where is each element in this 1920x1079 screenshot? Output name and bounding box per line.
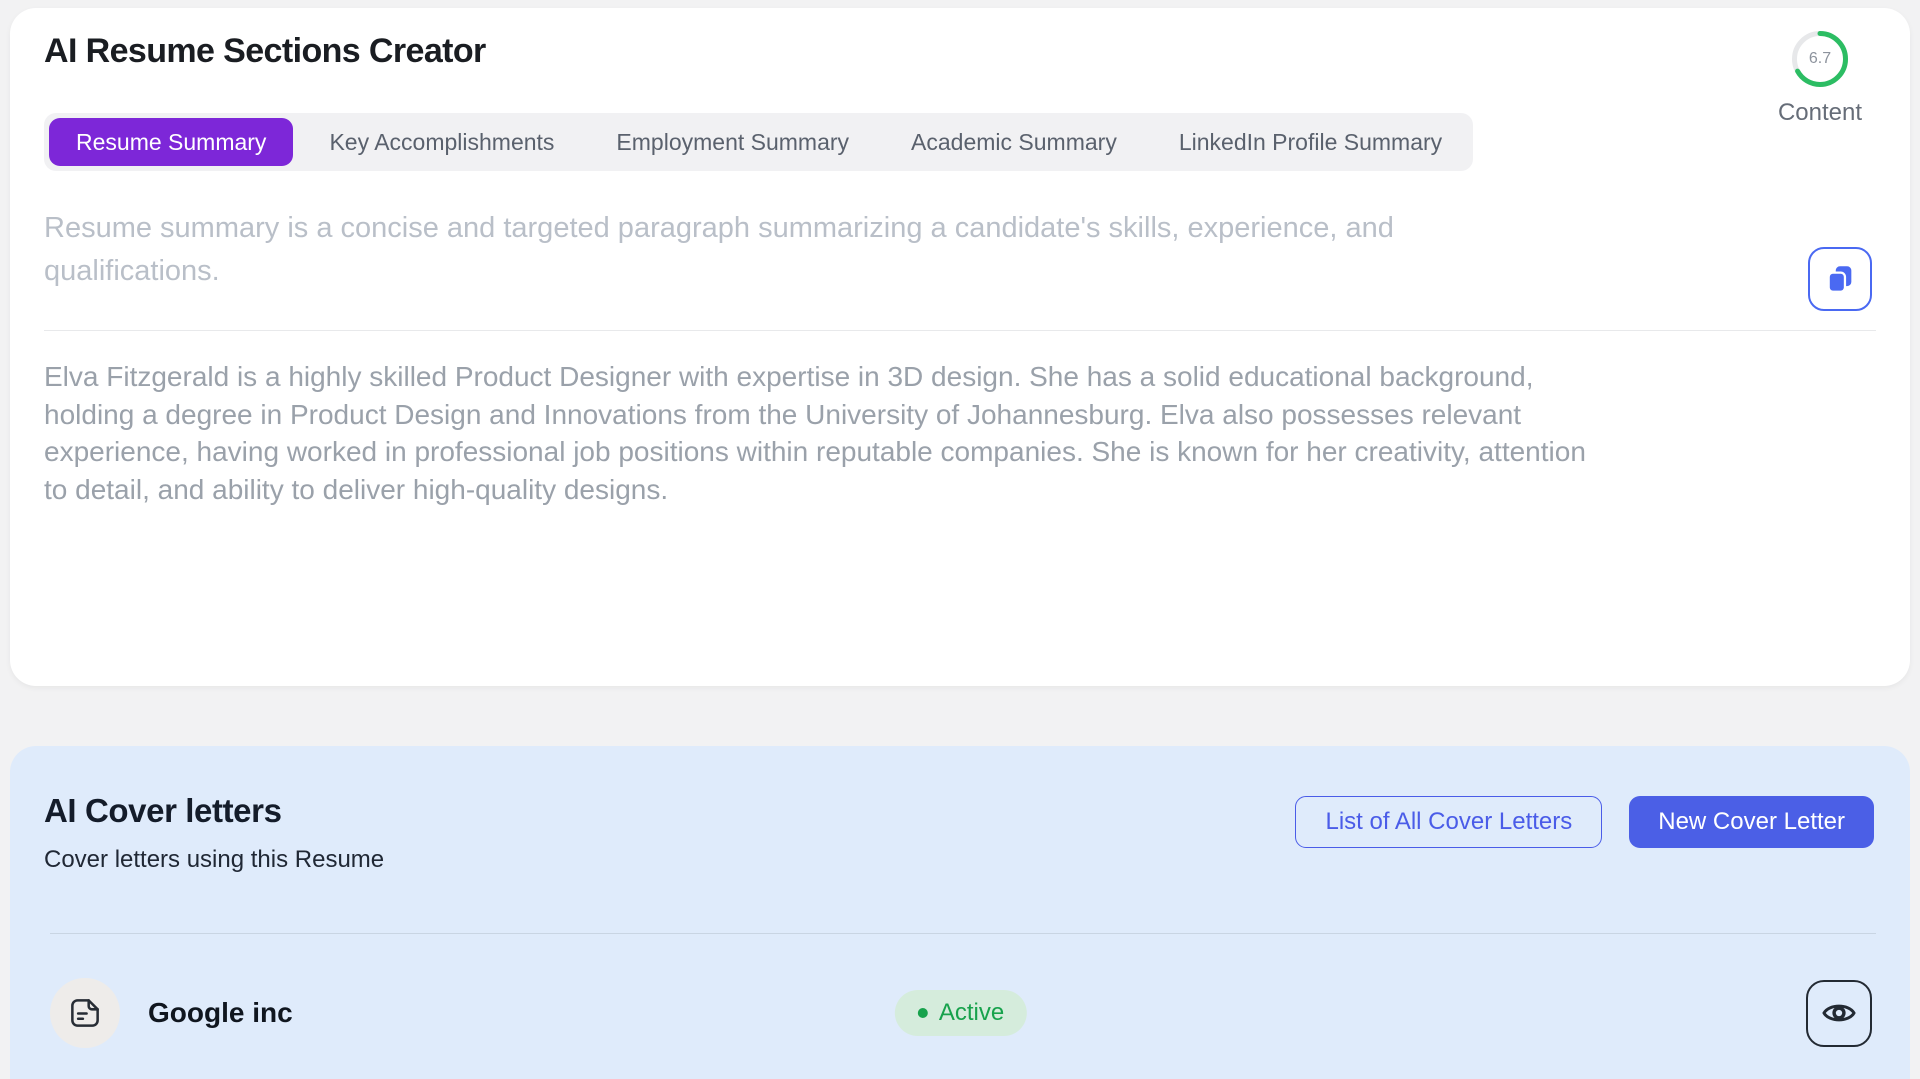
cover-letters-actions: List of All Cover Letters New Cover Lett… [1295, 796, 1874, 848]
cover-letters-subtitle: Cover letters using this Resume [44, 846, 384, 874]
tab-academic-summary[interactable]: Academic Summary [880, 113, 1148, 171]
eye-icon [1820, 994, 1858, 1032]
tab-linkedin-profile-summary[interactable]: LinkedIn Profile Summary [1148, 113, 1473, 171]
tab-key-accomplishments[interactable]: Key Accomplishments [298, 113, 585, 171]
summary-divider [44, 330, 1876, 331]
status-dot-icon [918, 1008, 928, 1018]
resume-sections-card: AI Resume Sections Creator 6.7 Content R… [10, 8, 1910, 686]
tab-employment-summary[interactable]: Employment Summary [585, 113, 880, 171]
tab-resume-summary[interactable]: Resume Summary [49, 118, 293, 166]
list-all-cover-letters-button[interactable]: List of All Cover Letters [1295, 796, 1602, 848]
cover-letters-title: AI Cover letters [44, 792, 282, 830]
cover-letters-card: AI Cover letters Cover letters using thi… [10, 746, 1910, 1079]
copy-icon [1823, 262, 1857, 296]
content-score-gauge: 6.7 Content [1758, 30, 1882, 127]
document-icon [65, 993, 105, 1033]
view-cover-letter-button[interactable] [1806, 980, 1872, 1047]
status-badge: Active [895, 990, 1027, 1036]
content-score-value: 6.7 [1758, 30, 1882, 88]
content-score-label: Content [1758, 99, 1882, 127]
cover-letter-name: Google inc [148, 997, 293, 1029]
copy-button[interactable] [1808, 247, 1872, 311]
new-cover-letter-button[interactable]: New Cover Letter [1629, 796, 1874, 848]
status-badge-label: Active [939, 999, 1004, 1027]
cover-letter-row[interactable]: Google inc Active [50, 960, 1872, 1066]
cover-letters-divider [50, 933, 1876, 934]
section-tabs: Resume Summary Key Accomplishments Emplo… [44, 113, 1473, 171]
section-description: Resume summary is a concise and targeted… [44, 207, 1464, 293]
page-title: AI Resume Sections Creator [44, 32, 486, 71]
generated-summary-text: Elva Fitzgerald is a highly skilled Prod… [44, 358, 1604, 508]
cover-letter-avatar [50, 978, 120, 1048]
